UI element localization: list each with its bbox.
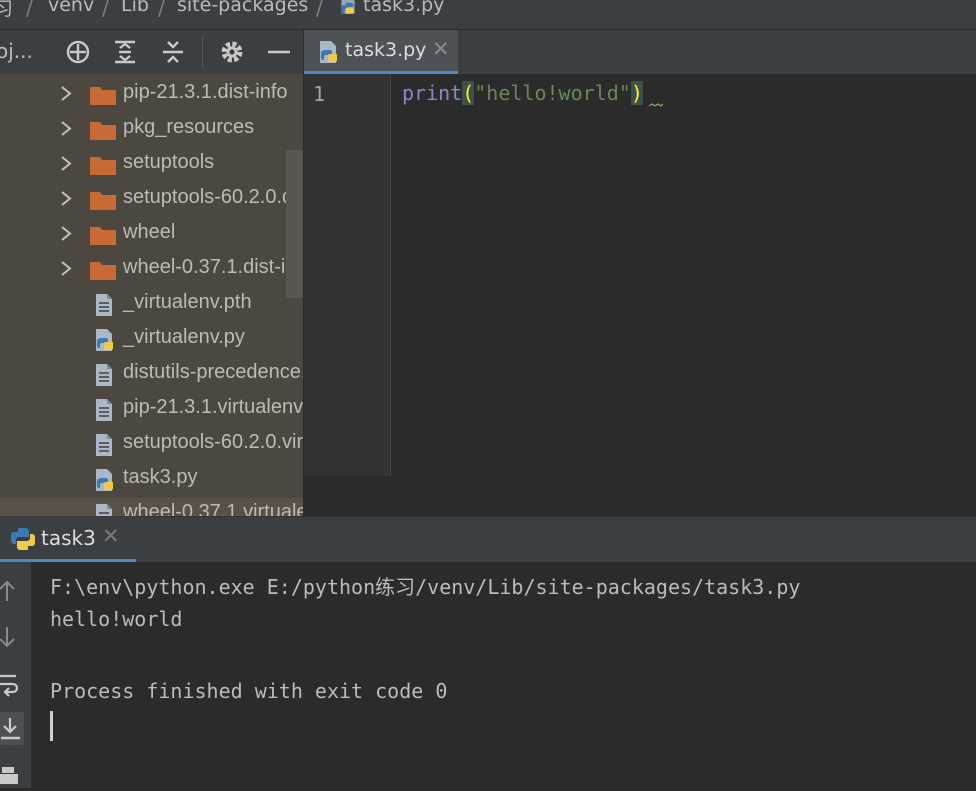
text-file-icon (96, 434, 112, 456)
tree-folder-row[interactable]: pkg_resources (0, 111, 303, 146)
text-file-icon (96, 399, 112, 421)
run-tab-label: task3 (41, 526, 96, 550)
folder-icon (90, 157, 116, 175)
breadcrumb-separator: / (158, 0, 165, 20)
close-icon[interactable]: ✕ (432, 37, 450, 61)
breadcrumb-item[interactable]: Lib (121, 0, 149, 16)
tree-folder-row[interactable]: wheel (0, 216, 303, 251)
expand-all-icon[interactable] (111, 38, 139, 66)
breadcrumb-item[interactable]: 习 (0, 0, 13, 21)
project-toolbar: oj... (0, 30, 303, 74)
tree-item-label: setuptools-60.2.0.virtualenv (123, 431, 303, 453)
breadcrumb: 习 / venv / Lib / site-packages / task3.p… (0, 0, 976, 30)
tree-item-label: task3.py (123, 466, 198, 488)
chevron-right-icon[interactable] (60, 226, 72, 241)
project-tree: pip-21.3.1.dist-info pkg_resources setup… (0, 74, 303, 516)
warning-squiggle (649, 103, 663, 107)
text-file-icon (96, 364, 112, 386)
project-panel-title[interactable]: oj... (0, 39, 33, 63)
chevron-right-icon[interactable] (60, 191, 72, 206)
tree-folder-row[interactable]: setuptools-60.2.0.dist-info (0, 181, 303, 216)
code-paren-open: ( (462, 81, 475, 105)
tree-file-row[interactable]: distutils-precedence.pth (0, 356, 303, 391)
arrow-up-icon[interactable] (0, 579, 17, 603)
python-file-icon (96, 469, 113, 491)
tree-file-row[interactable]: _virtualenv.py (0, 321, 303, 356)
tree-item-label: _virtualenv.pth (123, 291, 252, 313)
text-file-icon (96, 294, 112, 316)
scroll-to-end-button[interactable] (0, 712, 24, 745)
chevron-right-icon[interactable] (60, 121, 72, 136)
tree-file-row[interactable]: wheel-0.37.1.virtualenv (0, 496, 303, 516)
breadcrumb-separator: / (102, 0, 109, 20)
tree-folder-row[interactable]: setuptools (0, 146, 303, 181)
python-icon (11, 528, 35, 550)
run-tab-task3[interactable]: task3 ✕ (0, 516, 136, 562)
breadcrumb-item[interactable]: site-packages (177, 0, 308, 16)
folder-icon (90, 192, 116, 210)
console-output-line: hello!world (50, 607, 183, 631)
arrow-down-icon[interactable] (0, 625, 17, 649)
text-file-icon (96, 504, 112, 516)
folder-icon (90, 262, 116, 280)
console-exit-message: Process finished with exit code 0 (50, 679, 448, 703)
code-function-token: print (402, 81, 463, 105)
folder-icon (90, 87, 116, 105)
tree-item-label: distutils-precedence.pth (123, 361, 303, 383)
tree-item-label: wheel-0.37.1.virtualenv (123, 501, 303, 516)
scroll-to-end-icon (1, 718, 20, 740)
tree-file-row[interactable]: _virtualenv.pth (0, 286, 303, 321)
tree-item-label: setuptools (123, 151, 215, 173)
python-file-icon (320, 41, 337, 63)
breadcrumb-item[interactable]: task3.py (363, 0, 444, 16)
minimize-icon[interactable] (265, 38, 293, 66)
text-cursor (50, 711, 53, 741)
editor-bottom-area (304, 476, 976, 516)
run-side-toolbar (0, 562, 31, 788)
tree-item-label: wheel (123, 221, 176, 243)
soft-wrap-icon[interactable] (0, 672, 20, 698)
tree-item-label: _virtualenv.py (123, 326, 245, 348)
code-string-token: "hello!world" (474, 81, 631, 105)
tree-scrollbar[interactable] (286, 150, 303, 298)
editor-gutter: 1 (304, 74, 391, 476)
run-console[interactable]: F:\env\python.exe E:/python练习/venv/Lib/s… (31, 562, 976, 788)
folder-icon (90, 227, 116, 245)
toolbar-divider (202, 36, 203, 68)
code-editor[interactable]: print("hello!world") (392, 74, 976, 476)
chevron-right-icon[interactable] (60, 261, 72, 276)
locate-icon[interactable] (64, 38, 92, 66)
python-file-icon (96, 329, 113, 351)
close-icon[interactable]: ✕ (102, 524, 120, 548)
line-number: 1 (313, 82, 326, 106)
run-panel-header (0, 516, 976, 562)
chevron-right-icon[interactable] (60, 156, 72, 171)
tree-item-label: pip-21.3.1.virtualenv (123, 396, 303, 418)
tab-label: task3.py (345, 39, 427, 61)
breadcrumb-item[interactable]: venv (48, 0, 94, 16)
tree-item-label: setuptools-60.2.0.dist-info (123, 186, 303, 208)
console-command-line: F:\env\python.exe E:/python练习/venv/Lib/s… (50, 575, 801, 599)
breadcrumb-separator: / (26, 0, 33, 20)
tree-folder-row[interactable]: pip-21.3.1.dist-info (0, 76, 303, 111)
print-icon[interactable] (0, 765, 20, 791)
code-paren-close: ) (630, 81, 643, 105)
tree-file-row[interactable]: setuptools-60.2.0.virtualenv (0, 426, 303, 461)
breadcrumb-separator: / (316, 0, 323, 20)
code-line[interactable]: print("hello!world") (402, 81, 643, 105)
tab-task3-py[interactable]: task3.py ✕ (304, 30, 458, 74)
chevron-right-icon[interactable] (60, 86, 72, 101)
tree-item-label: pkg_resources (123, 116, 255, 138)
folder-icon (90, 122, 116, 140)
tree-item-label: wheel-0.37.1.dist-info (123, 256, 303, 278)
gear-icon[interactable] (218, 38, 246, 66)
tree-file-row[interactable]: task3.py (0, 461, 303, 496)
python-file-icon (341, 0, 355, 14)
tree-file-row[interactable]: pip-21.3.1.virtualenv (0, 391, 303, 426)
tree-item-label: pip-21.3.1.dist-info (123, 81, 288, 103)
collapse-all-icon[interactable] (159, 38, 187, 66)
tree-folder-row[interactable]: wheel-0.37.1.dist-info (0, 251, 303, 286)
